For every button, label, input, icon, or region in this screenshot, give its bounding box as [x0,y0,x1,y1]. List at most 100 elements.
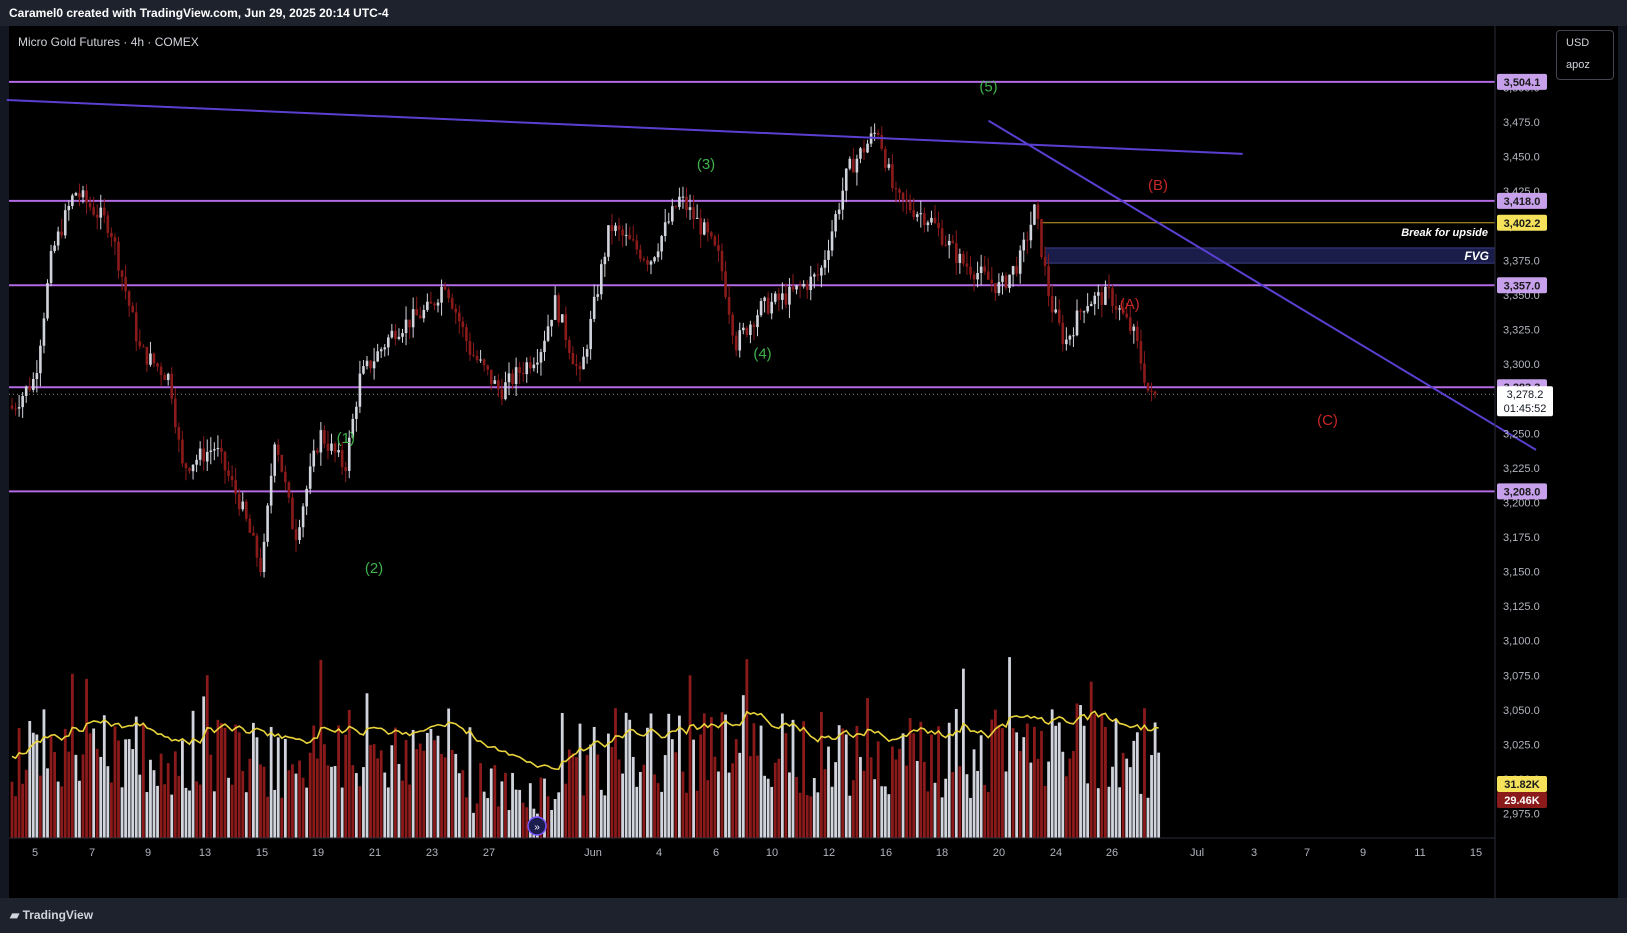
candle-body [646,260,649,265]
symbol-title[interactable]: Micro Gold Futures · 4h · COMEX [18,35,199,49]
x-tick-label: 24 [1050,847,1062,859]
candle-body [1004,275,1008,289]
volume-bar [276,737,280,838]
candle-body [127,291,131,306]
candle-body [663,222,667,237]
volume-bar [940,797,944,838]
volume-bar [653,774,656,838]
candle-body [972,274,976,280]
volume-bar [756,755,759,838]
volume-bar [1047,761,1050,838]
volume-layer [10,657,1161,838]
candle-body [241,501,245,510]
volume-bar [152,770,156,838]
candle-body [479,359,482,361]
candle-body [614,225,617,232]
candle-body [511,373,514,384]
candle-body [248,518,252,533]
candle-body [166,373,170,381]
volume-bar [898,748,901,838]
volume-bar [1040,730,1043,838]
volume-bar [1132,740,1136,838]
volume-bar [56,781,60,838]
volume-bar [330,766,333,838]
candle-body [369,360,372,369]
volume-bar [646,727,649,838]
volume-bar [489,768,493,838]
volume-bar [166,763,170,838]
candle-body [660,236,663,252]
volume-bar [117,740,120,838]
candle-body [433,303,436,306]
candle-body [120,270,124,277]
candle-body [308,466,312,489]
scroll-to-realtime-icon-glyph: » [534,822,540,833]
y-tick-label: 3,300.0 [1503,359,1540,371]
candle-body [1018,250,1022,274]
volume-bar [230,784,234,838]
candle-body [60,231,63,236]
candle-body [365,360,369,367]
scale-mode-label[interactable]: apoz [1566,59,1590,71]
volume-bar [1082,725,1086,838]
candle-body [557,295,560,323]
y-tick-label: 3,075.0 [1503,670,1540,682]
candle-body [103,207,106,216]
candle-body [252,532,255,536]
volume-bar [1072,751,1075,838]
volume-bar [734,739,738,838]
candle-body [28,386,32,391]
candle-body [1100,292,1104,305]
candle-body [784,293,788,305]
candle-body [947,240,951,246]
candle-body [337,450,340,453]
volume-bar [244,792,248,838]
volume-bar [915,760,919,838]
candle-body [255,535,259,558]
volume-bar [1135,732,1139,838]
volume-bar [401,780,404,838]
candle-body [891,164,894,189]
candle-body [301,506,305,528]
candle-body [624,234,628,236]
volume-ma-line [11,710,1159,770]
candle-body [408,319,411,328]
volume-bar [841,728,845,838]
candle-body [14,408,17,410]
volume-bar [681,771,685,838]
candle-body [291,497,294,530]
candle-body [316,450,319,453]
volume-bar [1025,723,1029,838]
price-chart-svg[interactable]: Break for upside FVG (1)(2)(3)(4)(5)(A)(… [0,0,1627,933]
volume-bar [745,659,749,838]
volume-bar [695,790,699,838]
candle-body [773,293,777,302]
candle-body [344,467,347,471]
volume-bar [614,708,617,838]
candle-body [340,450,344,468]
candle-body [259,557,262,573]
candle-body [830,231,834,251]
volume-bar [947,722,951,838]
volume-bar [958,766,962,838]
candle-body [898,189,901,193]
candle-body [695,217,699,219]
volume-bar [724,714,727,838]
volume-bar [997,725,1001,838]
volume-bar [1128,767,1132,838]
currency-label[interactable]: USD [1566,37,1589,49]
currency-scale-box[interactable]: USD apoz [1556,30,1614,80]
volume-bar [1125,758,1129,838]
volume-bar [31,732,35,838]
candle-body [411,309,415,328]
y-tick-label: 3,225.0 [1503,463,1540,475]
candle-body [174,398,177,428]
volume-bar [28,720,32,838]
candle-body [287,482,291,498]
candle-body [809,276,813,291]
volume-bar [713,756,717,838]
x-tick-label: Jul [1190,847,1204,859]
volume-ma-tag: 31.82K [1504,779,1540,791]
candle-body [170,373,174,399]
volume-bar [880,786,884,838]
